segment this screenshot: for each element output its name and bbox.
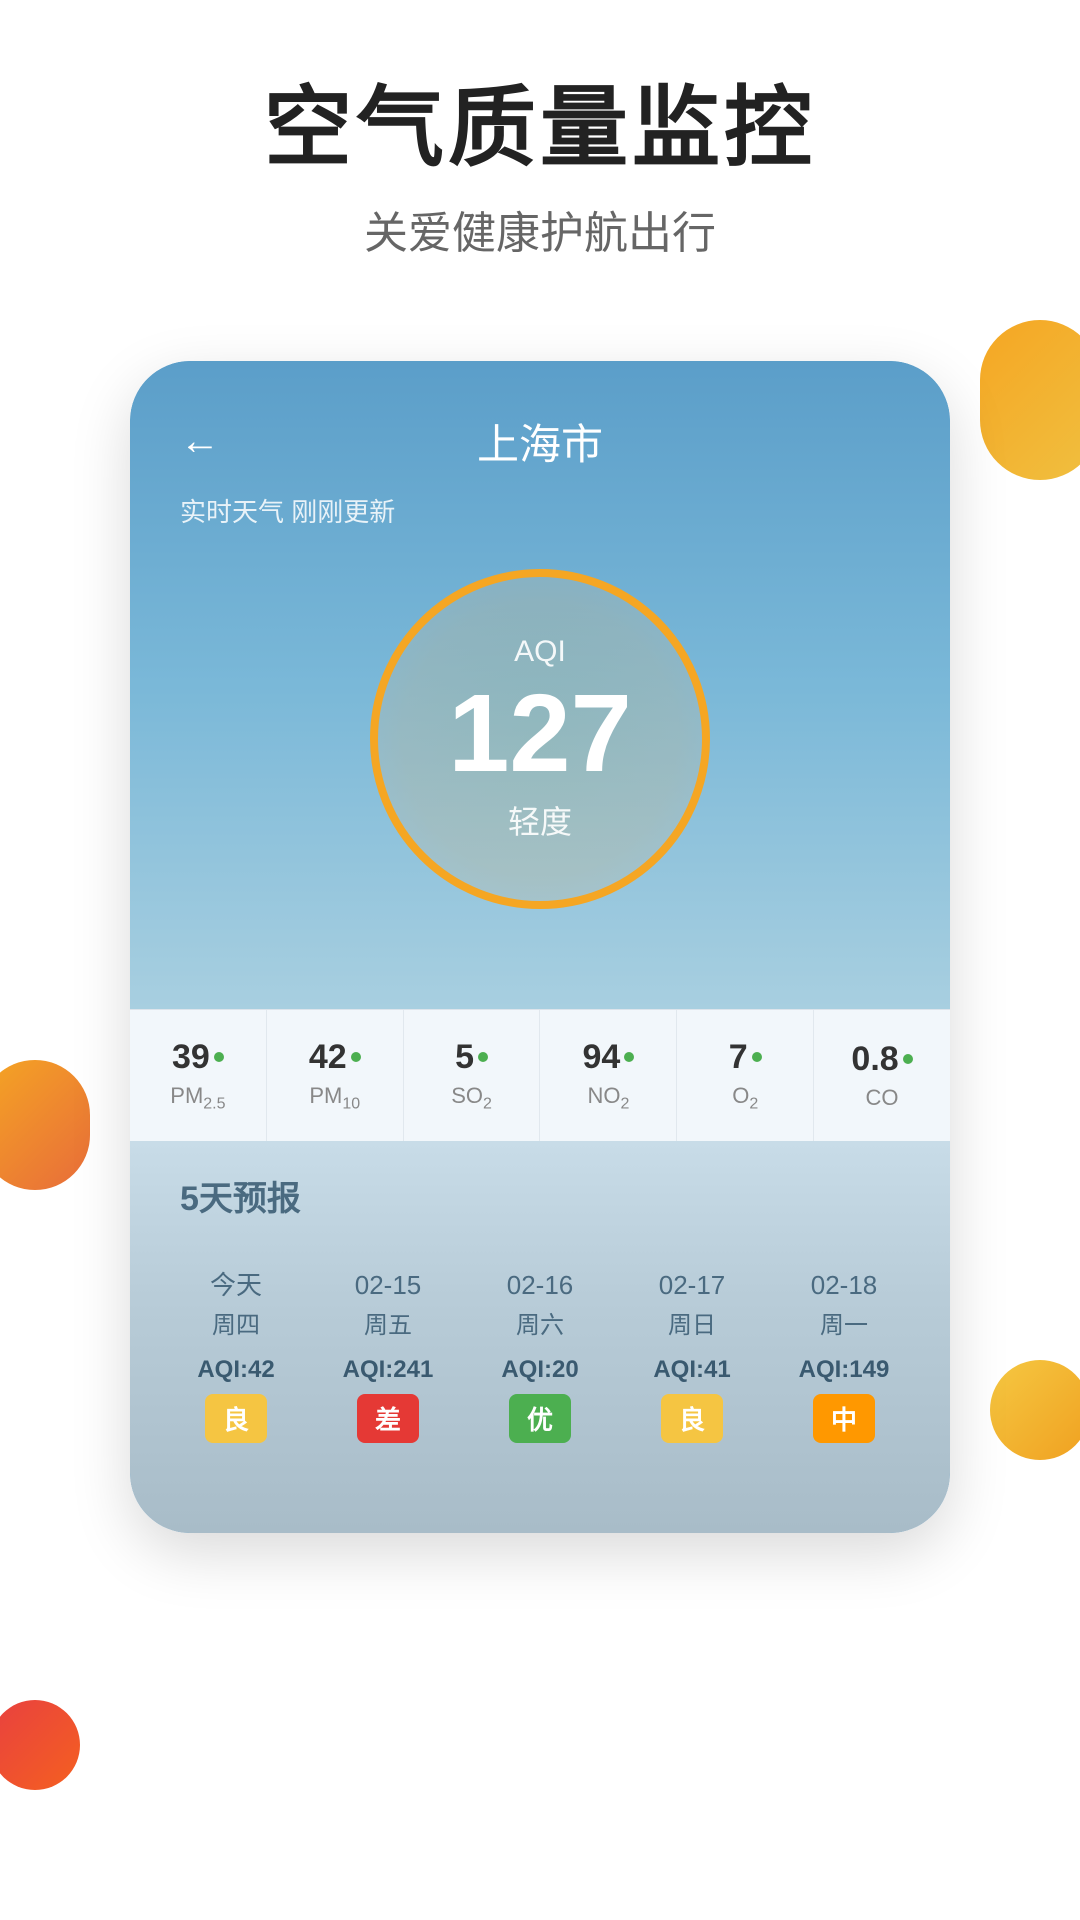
header-section: 空气质量监控 关爱健康护航出行 (0, 0, 1080, 301)
forecast-section: 5天预报 今天 周四 AQI:42 良 02-15 周五 AQI:241 差 0… (130, 1141, 950, 1533)
dot-green-no2 (624, 1052, 634, 1062)
weather-update-text: 实时天气 刚刚更新 (180, 492, 900, 529)
decorative-blob-top-right (980, 320, 1080, 480)
metric-pm25: 39 PM2.5 (130, 1010, 267, 1141)
forecast-date-1: 02-15 (317, 1270, 459, 1301)
main-title: 空气质量监控 (40, 80, 1040, 177)
forecast-weekday-4: 周一 (773, 1305, 915, 1340)
metric-so2-name: SO2 (414, 1083, 530, 1113)
aqi-inner: AQI 127 轻度 (448, 635, 632, 843)
forecast-day-3: 02-17 周日 AQI:41 良 (616, 1260, 768, 1453)
dot-green-co (903, 1054, 913, 1064)
metric-pm10-value: 42 (277, 1038, 393, 1077)
forecast-aqi-3: AQI:41 (621, 1356, 763, 1384)
forecast-badge-0: 良 (205, 1394, 267, 1443)
metric-pm10: 42 PM10 (267, 1010, 404, 1141)
nav-bar: ← 上海市 (180, 411, 900, 472)
metric-pm10-name: PM10 (277, 1083, 393, 1113)
back-button[interactable]: ← (180, 419, 220, 464)
forecast-header: 5天预报 (130, 1141, 950, 1240)
metric-pm25-value: 39 (140, 1038, 256, 1077)
aqi-level: 轻度 (448, 797, 632, 843)
app-screen: ← 上海市 实时天气 刚刚更新 AQI 127 轻度 39 (130, 361, 950, 1534)
forecast-aqi-2: AQI:20 (469, 1356, 611, 1384)
metrics-row: 39 PM2.5 42 PM10 5 SO2 (130, 1009, 950, 1141)
forecast-day-2: 02-16 周六 AQI:20 优 (464, 1260, 616, 1453)
city-name: 上海市 (477, 411, 603, 472)
metric-co: 0.8 CO (814, 1012, 950, 1139)
metric-o2-name: O2 (687, 1083, 803, 1113)
metric-no2-value: 94 (550, 1038, 666, 1077)
blue-top-section: ← 上海市 实时天气 刚刚更新 AQI 127 轻度 (130, 361, 950, 1009)
metric-co-name: CO (824, 1085, 940, 1111)
metric-so2-value: 5 (414, 1038, 530, 1077)
metric-no2-name: NO2 (550, 1083, 666, 1113)
forecast-day-1: 02-15 周五 AQI:241 差 (312, 1260, 464, 1453)
dot-green-pm25 (214, 1052, 224, 1062)
decorative-blob-bottom-left (0, 1060, 90, 1190)
forecast-weekday-2: 周六 (469, 1305, 611, 1340)
forecast-weekday-1: 周五 (317, 1305, 459, 1340)
aqi-circle: AQI 127 轻度 (370, 569, 710, 909)
forecast-date-3: 02-17 (621, 1270, 763, 1301)
aqi-circle-wrapper: AQI 127 轻度 (180, 569, 900, 909)
forecast-day-0: 今天 周四 AQI:42 良 (160, 1260, 312, 1453)
metric-co-value: 0.8 (824, 1040, 940, 1079)
aqi-number: 127 (448, 679, 632, 789)
forecast-aqi-4: AQI:149 (773, 1356, 915, 1384)
forecast-weekday-0: 周四 (165, 1305, 307, 1340)
forecast-aqi-0: AQI:42 (165, 1356, 307, 1384)
dot-green-so2 (478, 1052, 488, 1062)
forecast-aqi-1: AQI:241 (317, 1356, 459, 1384)
forecast-badge-4: 中 (813, 1394, 875, 1443)
forecast-badge-1: 差 (357, 1394, 419, 1443)
forecast-badge-3: 良 (661, 1394, 723, 1443)
dot-green-o2 (752, 1052, 762, 1062)
forecast-badge-2: 优 (509, 1394, 571, 1443)
decorative-blob-bottom-right (990, 1360, 1080, 1460)
metric-no2: 94 NO2 (540, 1010, 677, 1141)
forecast-row: 今天 周四 AQI:42 良 02-15 周五 AQI:241 差 02-16 … (130, 1240, 950, 1473)
forecast-date-4: 02-18 (773, 1270, 915, 1301)
metric-o2: 7 O2 (677, 1010, 814, 1141)
metric-o2-value: 7 (687, 1038, 803, 1077)
phone-mockup: ← 上海市 实时天气 刚刚更新 AQI 127 轻度 39 (130, 361, 950, 1534)
decorative-blob-bottom-left2 (0, 1700, 80, 1790)
metric-so2: 5 SO2 (404, 1010, 541, 1141)
forecast-day-4: 02-18 周一 AQI:149 中 (768, 1260, 920, 1453)
forecast-weekday-3: 周日 (621, 1305, 763, 1340)
dot-green-pm10 (351, 1052, 361, 1062)
forecast-date-2: 02-16 (469, 1270, 611, 1301)
forecast-date-0: 今天 (165, 1270, 307, 1301)
sub-title: 关爱健康护航出行 (40, 197, 1040, 261)
metric-pm25-name: PM2.5 (140, 1083, 256, 1113)
aqi-label: AQI (448, 635, 632, 669)
